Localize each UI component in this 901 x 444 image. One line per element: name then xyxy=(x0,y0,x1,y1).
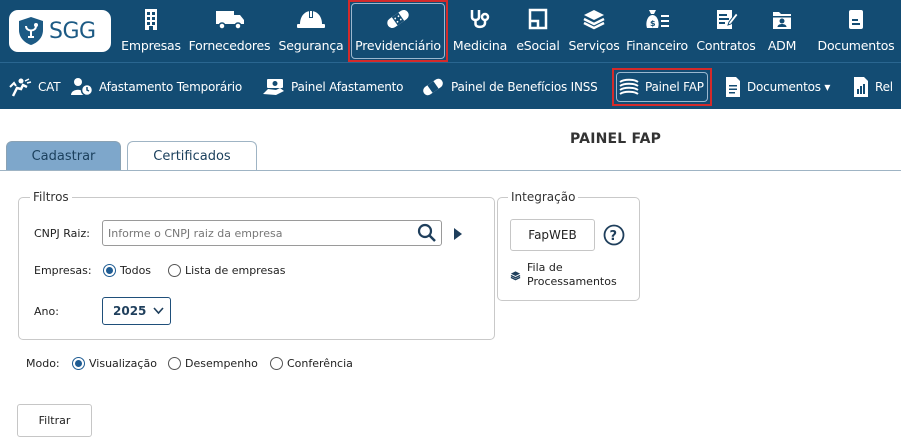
tab-divider xyxy=(0,170,901,171)
nav-label: Contratos xyxy=(696,38,756,53)
ano-label: Ano: xyxy=(34,305,59,318)
svg-text:?: ? xyxy=(610,229,618,244)
nav-empresas[interactable]: Empresas xyxy=(118,0,184,62)
subnav-painel-afastamento[interactable]: Painel Afastamento xyxy=(262,63,404,110)
money-hand-icon xyxy=(262,77,286,97)
nav-label: Empresas xyxy=(121,38,181,53)
file-text-icon xyxy=(724,76,742,98)
subnav-painel-fap[interactable]: Painel FAP xyxy=(612,68,712,106)
money-bag-icon: $ xyxy=(644,0,670,38)
nav-label: ADM xyxy=(767,38,797,53)
help-icon[interactable]: ? xyxy=(603,224,625,250)
radio-conferencia-label: Conferência xyxy=(287,357,353,370)
nav-fornecedores[interactable]: Fornecedores xyxy=(185,0,274,62)
play-arrow-icon[interactable] xyxy=(453,226,463,245)
cnpj-input[interactable]: Informe o CNPJ raiz da empresa xyxy=(102,220,442,246)
fila-line1: Fila de xyxy=(527,261,563,274)
radio-todos[interactable] xyxy=(103,264,116,277)
nav-label: Documentos xyxy=(817,38,895,53)
document-outline-icon xyxy=(527,0,549,38)
nav-previdenciario[interactable]: Previdenciário xyxy=(348,0,448,62)
subnav-label: Rel xyxy=(875,79,893,94)
layers-small-icon xyxy=(510,266,521,285)
radio-desempenho[interactable] xyxy=(168,357,181,370)
accident-icon xyxy=(7,77,33,97)
subnav-label: Painel FAP xyxy=(645,80,704,94)
radio-lista-empresas[interactable] xyxy=(168,264,181,277)
nav-label: Fornecedores xyxy=(188,38,271,53)
truck-icon xyxy=(215,0,245,38)
radio-visualizacao[interactable] xyxy=(72,357,85,370)
active-highlight xyxy=(351,3,445,59)
radio-conferencia[interactable] xyxy=(270,357,283,370)
nav-contratos[interactable]: Contratos xyxy=(694,0,758,62)
report-chart-icon xyxy=(852,76,870,98)
person-clock-icon xyxy=(70,77,94,97)
search-icon[interactable] xyxy=(417,223,437,247)
cnpj-placeholder: Informe o CNPJ raiz da empresa xyxy=(108,226,283,240)
nav-financeiro[interactable]: $ Financeiro xyxy=(624,0,690,62)
building-icon xyxy=(143,0,159,38)
modo-label: Modo: xyxy=(26,357,60,370)
contract-edit-icon xyxy=(714,0,738,38)
filtros-legend: Filtros xyxy=(30,190,72,204)
nav-seguranca[interactable]: Segurança xyxy=(276,0,346,62)
tab-certificados[interactable]: Certificados xyxy=(127,141,257,171)
tab-cadastrar[interactable]: Cadastrar xyxy=(6,141,121,171)
subnav-label: CAT xyxy=(38,79,61,94)
subnav-label: Painel Afastamento xyxy=(291,79,404,94)
radio-todos-label: Todos xyxy=(120,264,152,277)
ano-select[interactable]: 2025 xyxy=(102,297,171,325)
top-nav: SGG Empresas Fornecedores Segurança Prev… xyxy=(0,0,901,62)
stethoscope-icon xyxy=(468,0,492,38)
nav-documentos[interactable]: Documentos xyxy=(812,0,900,62)
integracao-legend: Integração xyxy=(508,190,579,204)
hardhat-icon xyxy=(296,0,326,38)
chevron-down-icon xyxy=(153,307,164,315)
nav-medicina[interactable]: Medicina xyxy=(450,0,510,62)
file-icon xyxy=(846,0,866,38)
radio-desempenho-label: Desempenho xyxy=(185,357,258,370)
subnav-label: Documentos ▾ xyxy=(747,79,831,94)
svg-text:$: $ xyxy=(650,19,656,28)
filtrar-button[interactable]: Filtrar xyxy=(17,404,92,437)
subnav-relatorios[interactable]: Rel xyxy=(852,63,893,110)
fapweb-button[interactable]: FapWEB xyxy=(510,219,595,251)
tab-bar: Cadastrar Certificados xyxy=(0,139,901,171)
folder-user-icon xyxy=(771,0,793,38)
bandage-icon xyxy=(420,76,446,98)
shield-logo-icon xyxy=(19,17,43,45)
layers-icon xyxy=(582,0,606,38)
sgg-logo[interactable]: SGG xyxy=(9,10,111,52)
subnav-label: Afastamento Temporário xyxy=(99,79,243,94)
nav-label: Medicina xyxy=(452,38,508,53)
radio-visualizacao-label: Visualização xyxy=(89,357,157,370)
nav-label: Segurança xyxy=(278,38,344,53)
ano-value: 2025 xyxy=(113,304,147,318)
nav-label: Financeiro xyxy=(626,38,688,53)
nav-label: Serviços xyxy=(568,38,620,53)
subnav-cat[interactable]: CAT xyxy=(7,63,61,110)
nav-adm[interactable]: ADM xyxy=(764,0,800,62)
cnpj-label: CNPJ Raiz: xyxy=(34,227,90,240)
logo-text: SGG xyxy=(49,18,96,44)
empresas-label: Empresas: xyxy=(34,264,92,277)
subnav-label: Painel de Benefícios INSS xyxy=(451,79,598,94)
sub-nav: CAT Afastamento Temporário Painel Afasta… xyxy=(0,62,901,109)
nav-esocial[interactable]: eSocial xyxy=(512,0,564,62)
nav-servicos[interactable]: Serviços xyxy=(564,0,624,62)
radio-lista-empresas-label: Lista de empresas xyxy=(185,264,286,277)
stack-icon xyxy=(618,77,640,97)
nav-label: eSocial xyxy=(516,38,560,53)
subnav-painel-beneficios-inss[interactable]: Painel de Benefícios INSS xyxy=(420,63,598,110)
subnav-documentos[interactable]: Documentos ▾ xyxy=(724,63,830,110)
subnav-afastamento-temporario[interactable]: Afastamento Temporário xyxy=(70,63,242,110)
fila-processamentos-link[interactable]: Fila de Processamentos xyxy=(527,261,617,289)
fila-line2: Processamentos xyxy=(527,275,617,288)
